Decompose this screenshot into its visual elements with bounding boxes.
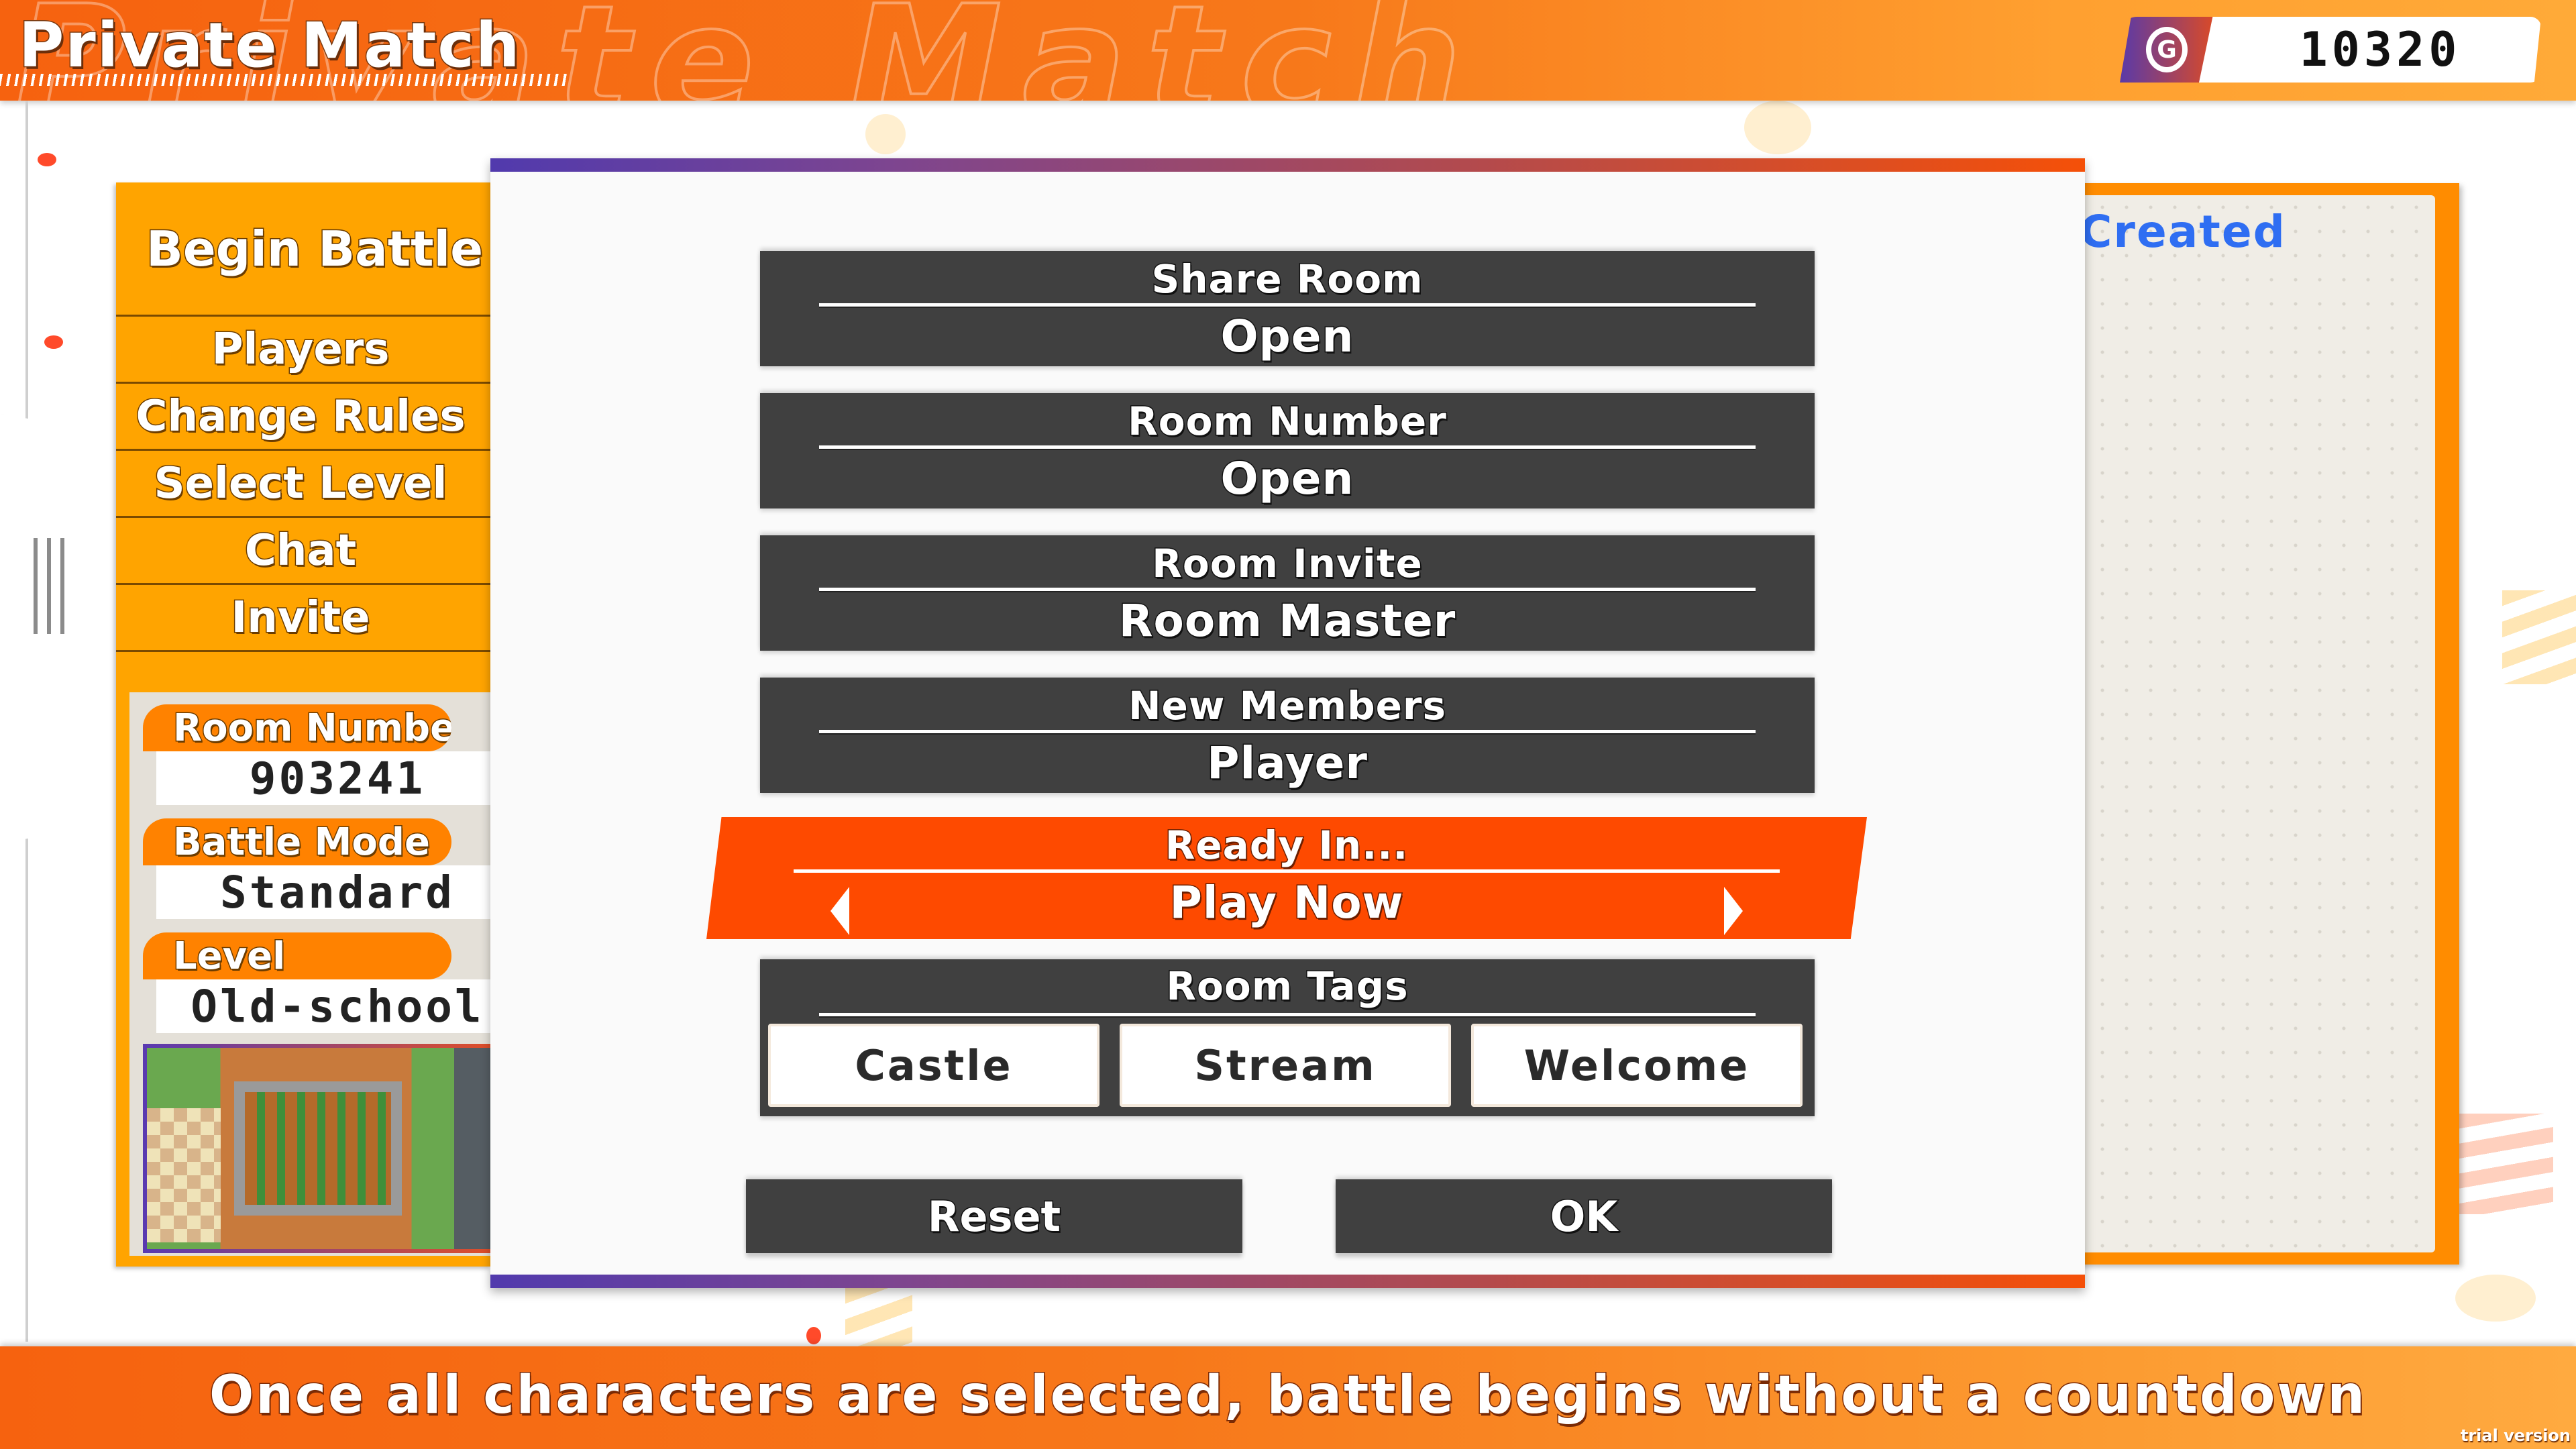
coin-icon: G: [2146, 27, 2188, 72]
setting-divider: [819, 588, 1756, 591]
currency-display: G 10320: [2120, 17, 2542, 83]
setting-label: Share Room: [1150, 256, 1424, 303]
level-preview-arena: [234, 1081, 402, 1216]
ok-button-label: OK: [1549, 1191, 1619, 1242]
room-tag-button[interactable]: Welcome: [1471, 1024, 1803, 1107]
setting-new-members[interactable]: New Members Player: [760, 678, 1815, 793]
menu-item-label: Select Level: [153, 458, 448, 509]
created-panel: Created: [2066, 183, 2459, 1265]
room-number-label: Room Number: [143, 704, 451, 751]
setting-room-tags: Room Tags Castle Stream Welcome: [760, 959, 1815, 1116]
level-preview-plaza: [147, 1108, 221, 1242]
setting-divider: [794, 869, 1780, 873]
setting-share-room[interactable]: Share Room Open: [760, 251, 1815, 366]
setting-label: New Members: [1127, 682, 1447, 730]
room-info-card: Room Number 903241 Battle Mode Standard …: [129, 692, 492, 1256]
setting-divider: [819, 445, 1756, 449]
setting-label: Room Tags: [1165, 963, 1409, 1010]
menu-item-invite[interactable]: Invite: [116, 585, 492, 652]
header-hatch-decoration: [0, 74, 569, 86]
decoration-stripes: [2459, 1114, 2553, 1214]
trial-watermark: trial version: [2460, 1426, 2571, 1445]
begin-battle-label: Begin Battle: [145, 219, 484, 278]
decoration-dot: [806, 1327, 821, 1344]
created-panel-body: Created: [2066, 195, 2435, 1252]
dialog-accent-bar-top: [490, 158, 2085, 172]
dialog-accent-bar-bottom: [490, 1275, 2085, 1288]
reset-button[interactable]: Reset: [746, 1179, 1242, 1253]
side-panel-tab[interactable]: [0, 414, 102, 843]
decoration-stripes: [2502, 590, 2576, 684]
grip-line: [60, 538, 64, 634]
currency-badge: G: [2120, 17, 2214, 83]
setting-ready-in[interactable]: Ready In... Play Now: [706, 817, 1867, 939]
grip-line: [34, 538, 38, 634]
setting-label: Room Invite: [1151, 540, 1424, 588]
setting-value: Play Now: [1169, 875, 1404, 929]
currency-amount: 10320: [2299, 22, 2461, 77]
battle-mode-label: Battle Mode: [143, 818, 451, 865]
menu-item-chat[interactable]: Chat: [116, 518, 492, 585]
footer-hint-bar: Once all characters are selected, battle…: [0, 1346, 2576, 1449]
decoration-blob: [2455, 1275, 2536, 1322]
menu-item-change-rules[interactable]: Change Rules: [116, 384, 492, 451]
menu-item-players[interactable]: Players: [116, 317, 492, 384]
level-preview-road: [454, 1048, 492, 1249]
setting-value: Open: [1220, 309, 1354, 363]
menu-item-label: Players: [211, 323, 390, 375]
setting-label: Ready In...: [1164, 822, 1409, 869]
setting-label: Room Number: [1127, 398, 1448, 445]
menu-item-label: Chat: [244, 525, 357, 576]
room-menu-panel: Begin Battle Players Change Rules Select…: [116, 182, 492, 1267]
decoration-blob: [865, 114, 906, 154]
decoration-blob: [1744, 101, 1811, 154]
setting-value: Room Master: [1118, 594, 1456, 647]
setting-room-invite[interactable]: Room Invite Room Master: [760, 535, 1815, 651]
level-preview-image: [143, 1044, 492, 1253]
level-label: Level: [143, 932, 451, 979]
header-bar: Private Match Private Match G 10320: [0, 0, 2576, 101]
setting-divider: [819, 303, 1756, 307]
decoration-stripes: [845, 1288, 912, 1348]
begin-battle-button[interactable]: Begin Battle: [116, 182, 492, 317]
setting-value: Open: [1220, 451, 1354, 505]
grip-line: [47, 538, 51, 634]
setting-divider: [819, 730, 1756, 733]
battle-mode-label-text: Battle Mode: [172, 819, 431, 865]
decoration-dot: [38, 153, 56, 166]
created-panel-title: Created: [2080, 206, 2286, 258]
menu-item-label: Change Rules: [135, 390, 466, 442]
room-number-label-text: Room Number: [172, 705, 451, 751]
menu-item-label: Invite: [230, 592, 371, 643]
menu-item-select-level[interactable]: Select Level: [116, 451, 492, 518]
room-tag-button[interactable]: Castle: [768, 1024, 1099, 1107]
decoration-dot: [44, 335, 63, 349]
currency-value-box: 10320: [2199, 17, 2541, 83]
level-label-text: Level: [172, 933, 286, 979]
level-value: Old-school: [156, 979, 492, 1033]
room-tag-button[interactable]: Stream: [1120, 1024, 1451, 1107]
setting-room-number[interactable]: Room Number Open: [760, 393, 1815, 508]
room-number-value: 903241: [156, 751, 492, 805]
battle-mode-value: Standard: [156, 865, 492, 919]
setting-divider: [819, 1013, 1756, 1016]
ok-button[interactable]: OK: [1336, 1179, 1832, 1253]
page-title: Private Match: [17, 9, 521, 83]
footer-hint-text: Once all characters are selected, battle…: [209, 1364, 2367, 1426]
reset-button-label: Reset: [926, 1191, 1061, 1242]
room-settings-dialog: Share Room Open Room Number Open Room In…: [490, 158, 2085, 1288]
setting-value: Player: [1206, 736, 1368, 790]
chevron-right-icon[interactable]: [1724, 887, 1743, 935]
